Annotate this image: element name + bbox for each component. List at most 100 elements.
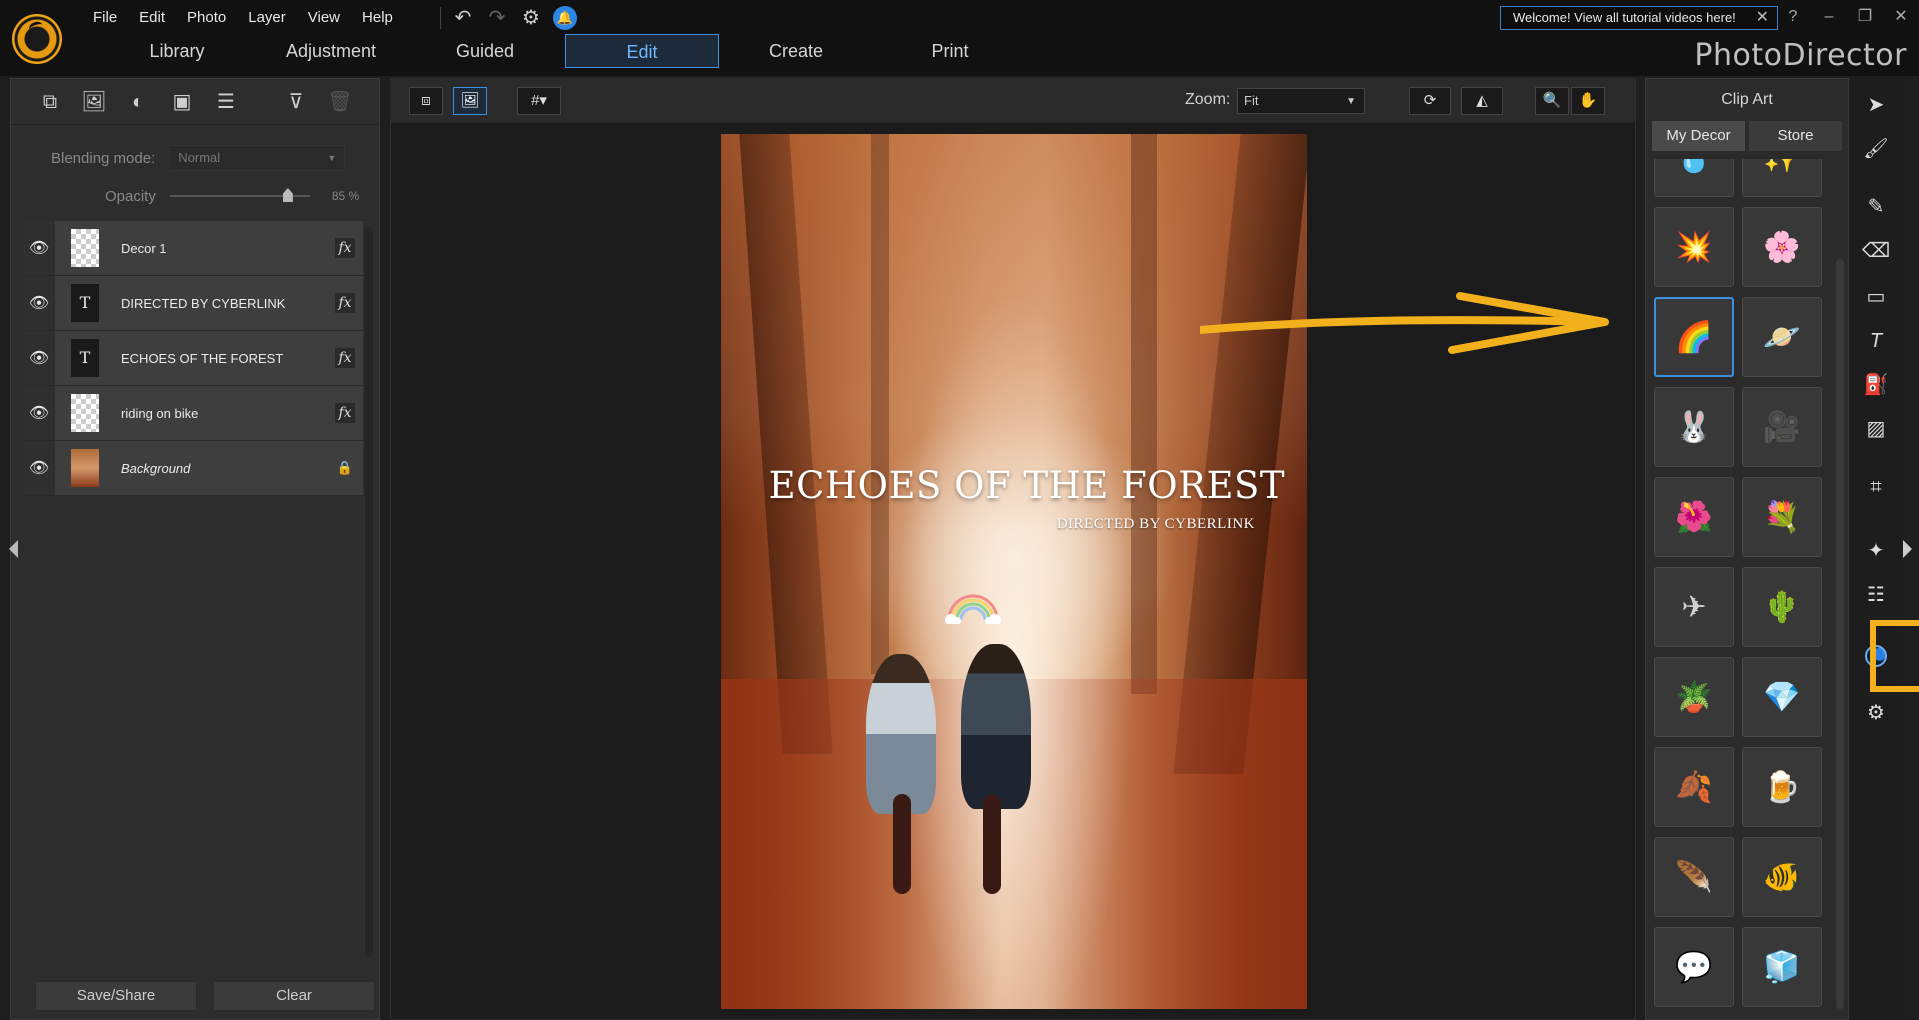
layer-row[interactable]: 👁 Decor 1 fx (23, 221, 363, 276)
redo-icon[interactable]: ↷ (485, 6, 509, 30)
grid-icon[interactable]: #▾ (517, 87, 561, 115)
poster-subtitle[interactable]: DIRECTED BY CYBERLINK (721, 516, 1307, 533)
zoom-tool-icon[interactable]: 🔍 (1535, 87, 1569, 115)
fx-icon[interactable]: fx (335, 238, 355, 258)
clip-item[interactable]: 🍂 (1654, 747, 1734, 827)
select-arrow-icon[interactable]: ➤ (1861, 90, 1891, 120)
layer-row[interactable]: 👁 T ECHOES OF THE FOREST fx (23, 331, 363, 386)
opacity-slider[interactable] (169, 188, 310, 202)
collapse-right-panel-icon[interactable] (1903, 540, 1912, 558)
clip-item[interactable]: 🪴 (1654, 657, 1734, 737)
menu-view[interactable]: View (297, 7, 351, 29)
add-image-layer-icon[interactable]: 🖼 (81, 89, 107, 115)
clip-item-rainbow[interactable]: 🌈 (1654, 297, 1734, 377)
clip-item[interactable]: 🌺 (1654, 477, 1734, 557)
poster-title[interactable]: ECHOES OF THE FOREST (721, 464, 1307, 507)
tab-my-decor[interactable]: My Decor (1652, 121, 1745, 151)
clip-item[interactable]: 💐 (1742, 477, 1822, 557)
layer-scrollbar[interactable] (365, 227, 373, 957)
clip-item[interactable]: 🪐 (1742, 297, 1822, 377)
settings-gear-icon[interactable]: ⚙ (519, 6, 543, 30)
tab-library[interactable]: Library (100, 34, 254, 68)
restore-icon[interactable]: ❐ (1850, 6, 1880, 28)
tab-print[interactable]: Print (873, 34, 1027, 68)
fx-icon[interactable]: fx (335, 348, 355, 368)
menu-photo[interactable]: Photo (176, 7, 237, 29)
layer-row[interactable]: 👁 riding on bike fx (23, 386, 363, 441)
fx-icon[interactable]: fx (335, 403, 355, 423)
adjustment-layer-icon[interactable]: ◐ (125, 89, 151, 115)
trash-icon[interactable]: 🗑 (327, 89, 353, 115)
close-banner-icon[interactable]: ✕ (1756, 7, 1769, 29)
menu-help[interactable]: Help (351, 7, 404, 29)
gradient-icon[interactable]: ▨ (1861, 414, 1891, 444)
adjust-sliders-icon[interactable]: ☷ (1861, 580, 1891, 610)
clip-item[interactable]: ✨ (1742, 159, 1822, 197)
layer-row[interactable]: 👁 T DIRECTED BY CYBERLINK fx (23, 276, 363, 331)
poster-image[interactable]: ECHOES OF THE FOREST DIRECTED BY CYBERLI… (721, 134, 1307, 1009)
clip-art-scrollbar[interactable] (1836, 259, 1844, 1009)
settings-icon[interactable]: ⚙ (1861, 698, 1891, 728)
visibility-eye-icon[interactable]: 👁 (23, 276, 55, 330)
clip-item[interactable]: 💎 (1742, 657, 1822, 737)
tab-edit[interactable]: Edit (565, 34, 719, 68)
clip-item[interactable]: 🧊 (1742, 927, 1822, 1007)
clip-item[interactable]: 🎥 (1742, 387, 1822, 467)
save-share-button[interactable]: Save/Share (35, 981, 197, 1011)
hand-tool-icon[interactable]: ✋ (1571, 87, 1605, 115)
tab-adjustment[interactable]: Adjustment (254, 34, 408, 68)
tab-create[interactable]: Create (719, 34, 873, 68)
menu-layer[interactable]: Layer (237, 7, 297, 29)
zoom-select[interactable]: Fit (1237, 88, 1365, 114)
visibility-eye-icon[interactable]: 👁 (23, 441, 55, 495)
eraser-icon[interactable]: ⌫ (1861, 236, 1891, 266)
menu-edit[interactable]: Edit (128, 7, 176, 29)
visibility-eye-icon[interactable]: 👁 (23, 221, 55, 275)
clip-item[interactable]: 🐠 (1742, 837, 1822, 917)
clip-item[interactable]: 🌸 (1742, 207, 1822, 287)
minimize-icon[interactable]: – (1814, 6, 1844, 28)
rotate-icon[interactable]: ⟳ (1409, 87, 1451, 115)
magic-wand-icon[interactable]: ✦ (1861, 536, 1891, 566)
rainbow-decor[interactable] (943, 594, 1003, 624)
clip-item[interactable]: ✈ (1654, 567, 1734, 647)
blending-mode-select[interactable]: Normal (169, 145, 346, 171)
clip-item[interactable]: 🪶 (1654, 837, 1734, 917)
layer-options-icon[interactable]: ☰ (213, 89, 239, 115)
pencil-icon[interactable]: ✎ (1861, 192, 1891, 222)
mask-icon[interactable]: ▣ (169, 89, 195, 115)
close-window-icon[interactable]: ✕ (1886, 6, 1916, 28)
menu-file[interactable]: File (82, 7, 128, 29)
new-layer-icon[interactable]: ⧉ (37, 89, 63, 115)
highlight-box (1870, 620, 1919, 692)
single-view-icon[interactable]: 🖼 (453, 87, 487, 115)
tab-guided[interactable]: Guided (408, 34, 562, 68)
welcome-banner[interactable]: Welcome! View all tutorial videos here! … (1500, 6, 1778, 30)
flip-icon[interactable]: ◭ (1461, 87, 1503, 115)
compare-view-icon[interactable]: ⧈ (409, 87, 443, 115)
crop-icon[interactable]: ⌗ (1861, 472, 1891, 502)
clip-item[interactable]: 💥 (1654, 207, 1734, 287)
top-bar: File Edit Photo Layer View Help ↶ ↷ ⚙ 🔔 … (0, 0, 1919, 76)
visibility-eye-icon[interactable]: 👁 (23, 331, 55, 385)
notification-bell-icon[interactable]: 🔔 (553, 6, 577, 30)
fill-bucket-icon[interactable]: ⛽ (1861, 370, 1891, 400)
clip-item[interactable]: 🌵 (1742, 567, 1822, 647)
clip-item[interactable]: 🐰 (1654, 387, 1734, 467)
opacity-slider-knob[interactable] (282, 188, 293, 202)
visibility-eye-icon[interactable]: 👁 (23, 386, 55, 440)
collapse-left-panel-icon[interactable] (9, 540, 18, 558)
filter-icon[interactable]: ⊽ (283, 89, 309, 115)
clip-item[interactable]: 🍺 (1742, 747, 1822, 827)
brush-effect-icon[interactable]: 🖌 (1861, 134, 1891, 164)
clip-item[interactable]: 💧 (1654, 159, 1734, 197)
clip-item[interactable]: 💬 (1654, 927, 1734, 1007)
fx-icon[interactable]: fx (335, 293, 355, 313)
rectangle-icon[interactable]: ▭ (1861, 282, 1891, 312)
tab-store[interactable]: Store (1749, 121, 1842, 151)
undo-icon[interactable]: ↶ (451, 6, 475, 30)
clear-button[interactable]: Clear (213, 981, 375, 1011)
help-icon[interactable]: ? (1778, 6, 1808, 28)
text-tool-icon[interactable]: T (1861, 326, 1891, 356)
layer-row[interactable]: 👁 Background 🔒 (23, 441, 363, 496)
